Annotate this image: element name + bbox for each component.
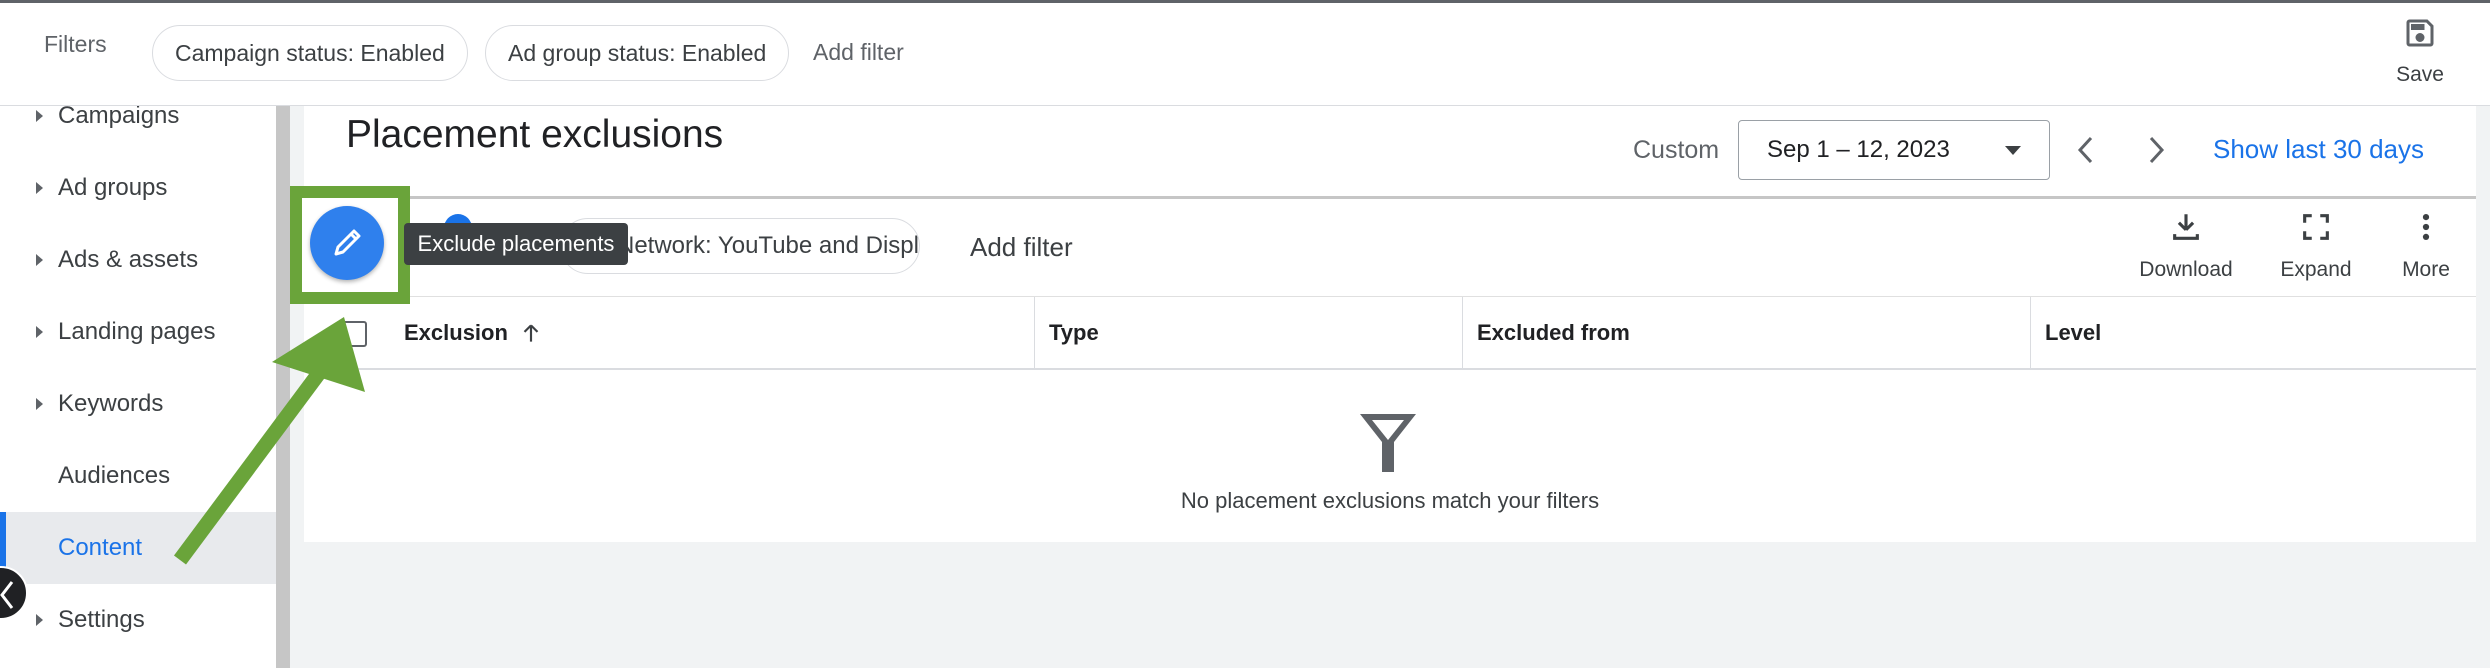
select-all-checkbox[interactable] <box>341 321 367 347</box>
fullscreen-icon <box>2303 214 2329 240</box>
divider <box>304 196 2476 199</box>
column-header-type[interactable]: Type <box>1049 297 1099 369</box>
show-last-30-days-link[interactable]: Show last 30 days <box>2213 134 2424 165</box>
previous-period-button[interactable] <box>2066 130 2106 170</box>
ad-group-status-filter-chip[interactable]: Ad group status: Enabled <box>485 25 790 81</box>
download-icon <box>2173 214 2199 240</box>
filters-label: Filters <box>44 31 107 57</box>
column-header-exclusion[interactable]: Exclusion <box>404 297 544 369</box>
sidebar-item-label: Campaigns <box>58 106 180 129</box>
collapse-sidebar-button[interactable] <box>0 566 28 620</box>
caret-right-icon <box>36 182 43 194</box>
caret-right-icon <box>36 110 43 122</box>
sidebar-item-ads-assets[interactable]: Ads & assets <box>0 224 276 296</box>
campaign-status-filter-chip[interactable]: Campaign status: Enabled <box>152 25 468 81</box>
column-header-excluded-from[interactable]: Excluded from <box>1477 297 1630 369</box>
dropdown-arrow-icon <box>2005 146 2021 155</box>
chevron-left-icon <box>0 581 14 609</box>
download-label: Download <box>2139 258 2233 281</box>
sidebar-item-audiences[interactable]: Audiences <box>0 440 276 512</box>
column-divider <box>1462 297 1463 369</box>
sort-ascending-icon <box>523 324 539 342</box>
exclude-placements-button[interactable] <box>310 206 384 280</box>
next-period-button[interactable] <box>2136 130 2176 170</box>
date-range-select[interactable]: Sep 1 – 12, 2023 <box>1738 120 2050 180</box>
filter-funnel-icon <box>1360 414 1416 472</box>
column-header-label: Level <box>2045 320 2102 345</box>
caret-right-icon <box>36 326 43 338</box>
column-header-label: Type <box>1049 320 1099 345</box>
date-mode-label: Custom <box>1633 136 1720 164</box>
caret-right-icon <box>36 398 43 410</box>
date-range-value: Sep 1 – 12, 2023 <box>1767 136 1950 163</box>
sidebar-item-label: Audiences <box>58 462 171 489</box>
pencil-icon <box>334 229 361 256</box>
page-title: Placement exclusions <box>346 113 724 156</box>
sidebar-item-landing-pages[interactable]: Landing pages <box>0 296 276 368</box>
sidebar-item-label: Ad groups <box>58 174 168 201</box>
column-divider <box>2030 297 2031 369</box>
expand-button[interactable]: Expand <box>2256 210 2376 282</box>
sidebar-item-ad-groups[interactable]: Ad groups <box>0 152 276 224</box>
sidebar-item-label: Ads & assets <box>58 246 199 273</box>
column-divider <box>1034 297 1035 369</box>
add-filter-link[interactable]: Add filter <box>813 39 904 66</box>
sidebar-item-label: Landing pages <box>58 318 216 345</box>
sidebar-item-settings[interactable]: Settings <box>0 584 276 656</box>
more-label: More <box>2402 258 2450 281</box>
sidebar-item-content[interactable]: Content <box>0 512 276 584</box>
sidebar-item-label: Keywords <box>58 390 164 417</box>
more-vert-icon <box>2422 213 2430 241</box>
table-add-filter-button[interactable]: Add filter <box>970 232 1073 263</box>
sidebar-item-keywords[interactable]: Keywords <box>0 368 276 440</box>
caret-right-icon <box>36 614 43 626</box>
column-header-label: Exclusion <box>404 320 508 345</box>
exclude-placements-tooltip: Exclude placements <box>404 223 628 265</box>
more-button[interactable]: More <box>2366 210 2486 282</box>
caret-right-icon <box>36 254 43 266</box>
save-label: Save <box>2396 63 2444 86</box>
sidebar-item-label: Settings <box>58 606 145 633</box>
save-button[interactable]: Save <box>2390 15 2450 99</box>
filter-bar: Filters Campaign status: Enabled Ad grou… <box>0 0 2490 106</box>
sidebar-item-campaigns[interactable]: Campaigns <box>0 106 276 152</box>
table-header: Exclusion Type Excluded from Level <box>304 296 2476 370</box>
expand-label: Expand <box>2280 258 2352 281</box>
sidebar-nav: Campaigns Ad groups Ads & assets Landing… <box>0 106 290 668</box>
column-header-label: Excluded from <box>1477 320 1630 345</box>
save-icon <box>2406 19 2434 47</box>
empty-state-message: No placement exclusions match your filte… <box>1180 488 1600 513</box>
sidebar-item-label: Content <box>58 534 143 561</box>
column-header-level[interactable]: Level <box>2045 297 2101 369</box>
download-button[interactable]: Download <box>2126 210 2246 282</box>
